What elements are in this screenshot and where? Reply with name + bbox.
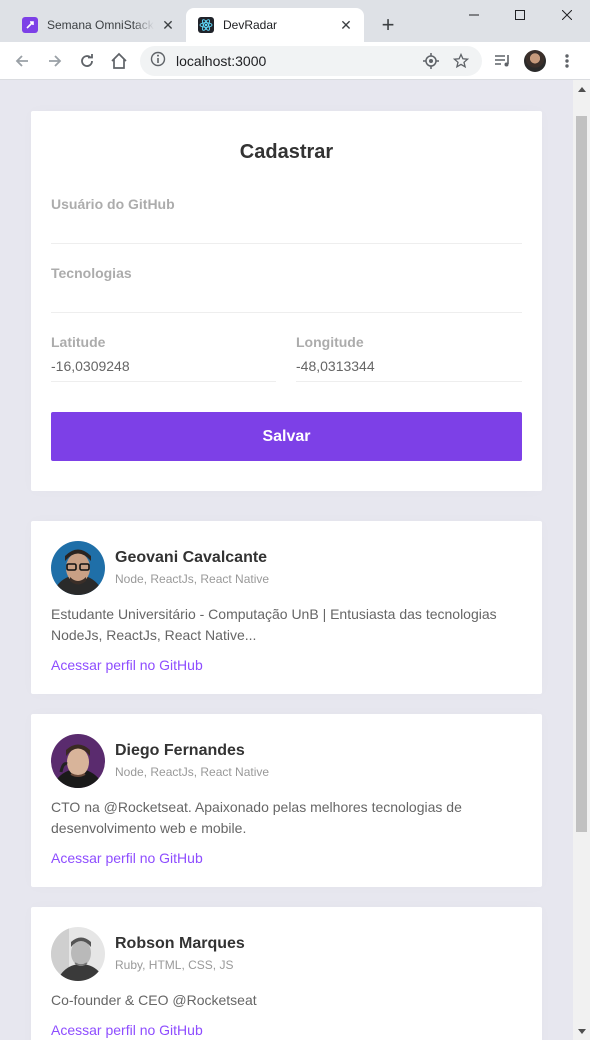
tab-devradar[interactable]: DevRadar ✕: [186, 8, 364, 42]
maximize-window-icon[interactable]: [497, 0, 543, 30]
react-favicon-icon: [198, 17, 214, 33]
longitude-input[interactable]: [296, 350, 522, 382]
scrollbar-thumb[interactable]: [576, 116, 587, 832]
address-bar[interactable]: localhost:3000: [140, 46, 482, 76]
dev-techs: Ruby, HTML, CSS, JS: [115, 958, 234, 972]
register-form-card: Cadastrar Usuário do GitHub Tecnologias …: [31, 111, 542, 491]
dev-avatar: [51, 541, 105, 595]
github-profile-link[interactable]: Acessar perfil no GitHub: [51, 850, 203, 866]
form-title: Cadastrar: [239, 141, 334, 163]
techs-input[interactable]: [51, 281, 522, 313]
tab-strip: Semana OmniStack | Rocketseat ✕ DevRadar…: [0, 0, 590, 42]
new-tab-button[interactable]: +: [376, 14, 400, 38]
latitude-label: Latitude: [51, 334, 106, 350]
page-scrollbar[interactable]: [573, 80, 590, 1040]
location-icon[interactable]: [420, 50, 442, 72]
close-tab-icon[interactable]: ✕: [338, 17, 354, 33]
dev-name: Robson Marques: [115, 935, 245, 952]
profile-avatar[interactable]: [524, 50, 546, 72]
github-profile-link[interactable]: Acessar perfil no GitHub: [51, 657, 203, 673]
url-text[interactable]: localhost:3000: [176, 53, 412, 69]
home-icon[interactable]: [106, 48, 132, 74]
scroll-up-arrow-icon[interactable]: [573, 80, 590, 97]
techs-label: Tecnologias: [51, 265, 132, 281]
latitude-field: Latitude: [51, 334, 276, 382]
forward-arrow-icon[interactable]: [42, 48, 68, 74]
reload-icon[interactable]: [74, 48, 100, 74]
dev-name: Geovani Cavalcante: [115, 549, 268, 566]
scroll-down-arrow-icon[interactable]: [573, 1023, 590, 1040]
dev-bio: CTO na @Rocketseat. Apaixonado pelas mel…: [51, 799, 462, 836]
dev-bio: Estudante Universitário - Computação UnB…: [51, 606, 497, 643]
github-username-label: Usuário do GitHub: [51, 196, 175, 212]
latitude-input[interactable]: [51, 350, 276, 382]
dev-card: Geovani Cavalcante Node, ReactJs, React …: [31, 521, 542, 694]
rocketseat-favicon-icon: [22, 17, 38, 33]
close-window-icon[interactable]: [544, 0, 590, 30]
media-control-icon[interactable]: [490, 48, 516, 74]
save-button[interactable]: Salvar: [51, 412, 522, 461]
minimize-window-icon[interactable]: [451, 0, 497, 30]
browser-toolbar: localhost:3000: [0, 42, 590, 80]
dev-avatar: [51, 927, 105, 981]
dev-techs: Node, ReactJs, React Native: [115, 572, 270, 586]
tab-title: Semana OmniStack | Rocketseat: [47, 18, 154, 32]
github-username-input[interactable]: [51, 212, 522, 244]
back-arrow-icon[interactable]: [9, 48, 35, 74]
github-username-field: Usuário do GitHub: [51, 196, 522, 244]
longitude-field: Longitude: [296, 334, 522, 382]
tab-title: DevRadar: [223, 18, 278, 32]
techs-field: Tecnologias: [51, 265, 522, 313]
github-profile-link[interactable]: Acessar perfil no GitHub: [51, 1022, 203, 1038]
dev-name: Diego Fernandes: [115, 742, 245, 759]
longitude-label: Longitude: [296, 334, 364, 350]
dev-avatar: [51, 734, 105, 788]
dev-card: Diego Fernandes Node, ReactJs, React Nat…: [31, 714, 542, 887]
star-icon[interactable]: [450, 50, 472, 72]
menu-icon[interactable]: [554, 48, 580, 74]
close-tab-icon[interactable]: ✕: [160, 17, 176, 33]
dev-bio: Co-founder & CEO @Rocketseat: [51, 992, 257, 1008]
dev-techs: Node, ReactJs, React Native: [115, 765, 270, 779]
dev-card: Robson Marques Ruby, HTML, CSS, JS Co-fo…: [31, 907, 542, 1040]
page-viewport: Cadastrar Usuário do GitHub Tecnologias …: [0, 80, 573, 1040]
tab-semana-omnistack[interactable]: Semana OmniStack | Rocketseat ✕: [10, 8, 186, 42]
info-icon[interactable]: [150, 51, 166, 72]
